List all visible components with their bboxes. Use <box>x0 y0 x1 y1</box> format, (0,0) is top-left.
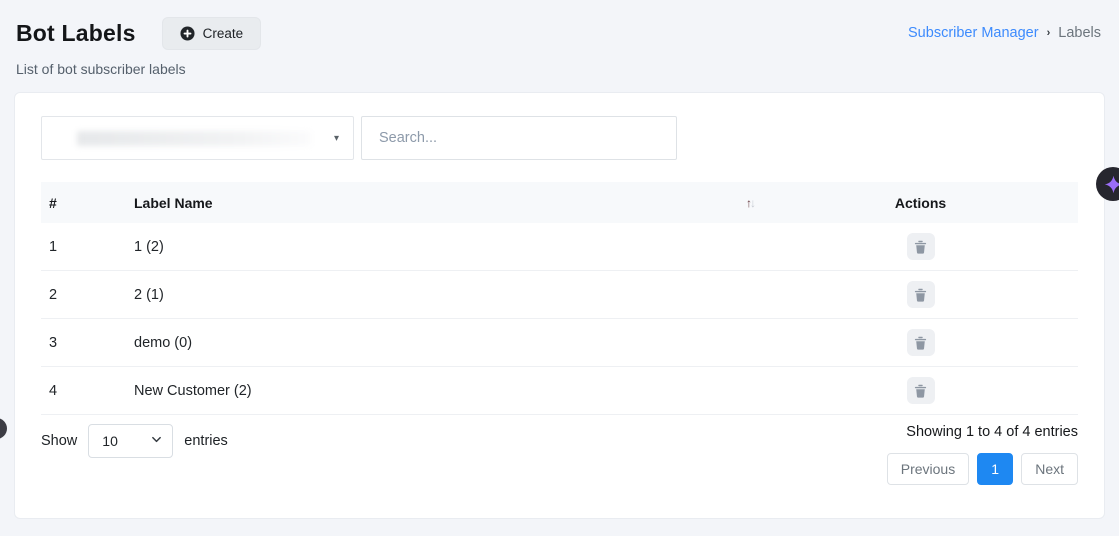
row-index: 2 <box>41 287 134 303</box>
row-index: 3 <box>41 335 134 351</box>
breadcrumb-link-subscriber-manager[interactable]: Subscriber Manager <box>908 25 1039 41</box>
show-entries-control: Show 10 entries <box>41 424 228 458</box>
row-label: New Customer (2) <box>134 383 763 399</box>
search-input[interactable] <box>361 116 677 160</box>
entries-label: entries <box>184 433 228 449</box>
sort-desc-icon: ↓ <box>750 196 754 210</box>
trash-icon <box>914 240 927 254</box>
table-header-row: # Label Name ↑↓ Actions <box>41 182 1078 223</box>
pagination: Previous 1 Next <box>887 453 1078 485</box>
labels-card: ▾ # Label Name ↑↓ Actions 1 1 (2) <box>14 92 1105 519</box>
page-1-button[interactable]: 1 <box>977 453 1013 485</box>
results-summary: Showing 1 to 4 of 4 entries <box>906 424 1078 440</box>
delete-label-button[interactable] <box>907 281 935 308</box>
page-header: Bot Labels Create List of bot subscriber… <box>0 0 1119 77</box>
delete-label-button[interactable] <box>907 233 935 260</box>
table-footer: Show 10 entries Showing 1 to 4 of 4 entr… <box>41 424 1078 485</box>
left-edge-widget-button[interactable] <box>0 418 7 439</box>
row-label: 1 (2) <box>134 239 763 255</box>
table-row: 3 demo (0) <box>41 319 1078 367</box>
page-title: Bot Labels <box>16 20 136 47</box>
filters-row: ▾ <box>41 116 1078 160</box>
create-button[interactable]: Create <box>162 17 262 50</box>
table-row: 1 1 (2) <box>41 223 1078 271</box>
sort-icon: ↑↓ <box>746 196 754 210</box>
chevron-down-icon: ▾ <box>334 133 339 144</box>
plus-circle-icon <box>180 26 195 41</box>
breadcrumb: Subscriber Manager › Labels <box>908 17 1101 41</box>
delete-label-button[interactable] <box>907 377 935 404</box>
sparkle-icon <box>1104 175 1119 194</box>
delete-label-button[interactable] <box>907 329 935 356</box>
breadcrumb-current: Labels <box>1058 25 1101 41</box>
previous-page-button[interactable]: Previous <box>887 453 969 485</box>
table-row: 2 2 (1) <box>41 271 1078 319</box>
row-label: demo (0) <box>134 335 763 351</box>
table-row: 4 New Customer (2) <box>41 367 1078 415</box>
column-header-actions: Actions <box>763 195 1078 211</box>
column-header-label-name[interactable]: Label Name ↑↓ <box>134 195 763 211</box>
column-header-index[interactable]: # <box>41 195 134 211</box>
trash-icon <box>914 336 927 350</box>
trash-icon <box>914 288 927 302</box>
row-label: 2 (1) <box>134 287 763 303</box>
trash-icon <box>914 384 927 398</box>
labels-table: # Label Name ↑↓ Actions 1 1 (2) <box>41 182 1078 415</box>
row-index: 1 <box>41 239 134 255</box>
breadcrumb-separator-icon: › <box>1047 27 1051 39</box>
entries-per-page-select[interactable]: 10 <box>88 424 173 458</box>
page-subtitle: List of bot subscriber labels <box>16 61 261 77</box>
row-index: 4 <box>41 383 134 399</box>
next-page-button[interactable]: Next <box>1021 453 1078 485</box>
show-label: Show <box>41 433 77 449</box>
bot-filter-dropdown[interactable]: ▾ <box>41 116 354 160</box>
bot-filter-selected-value-redacted <box>77 131 311 146</box>
create-button-label: Create <box>203 26 244 41</box>
column-header-label-name-text: Label Name <box>134 195 213 211</box>
